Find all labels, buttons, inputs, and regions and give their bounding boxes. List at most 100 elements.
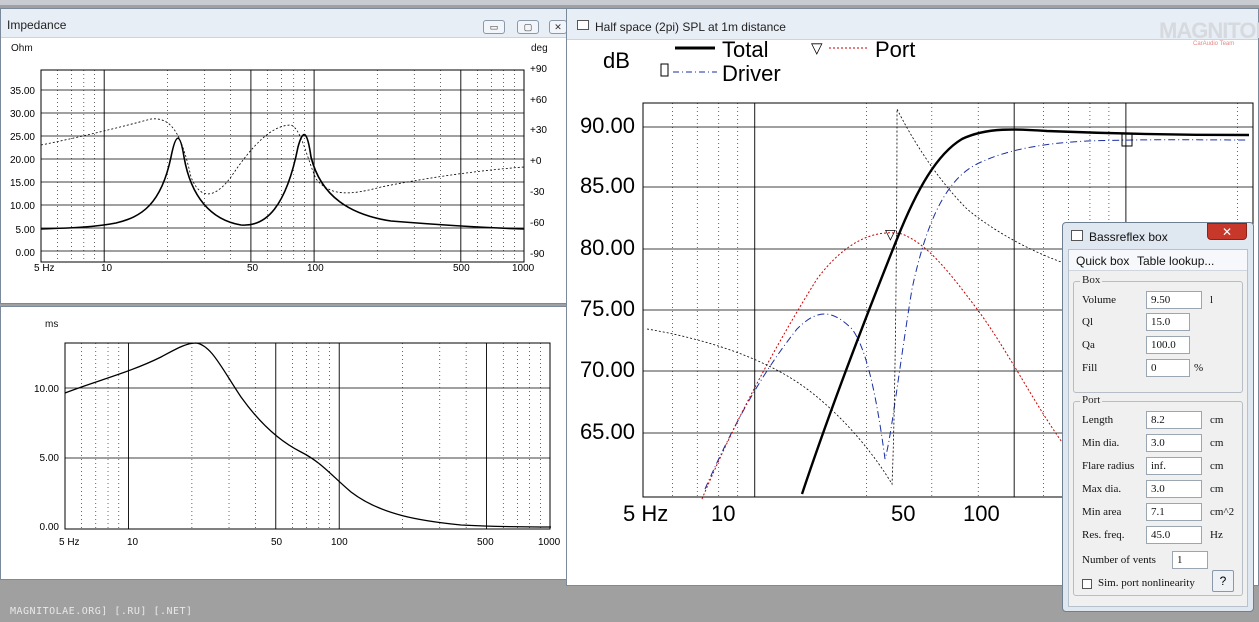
port-group-label: Port	[1080, 394, 1103, 406]
legend-total: Total	[722, 39, 768, 62]
y-tick: 0.00	[16, 248, 36, 259]
fill-input[interactable]: 0	[1146, 359, 1190, 377]
min-area-label: Min area	[1082, 506, 1122, 518]
dialog-icon	[1071, 230, 1083, 241]
legend-port-marker: ▽	[811, 40, 823, 57]
length-label: Length	[1082, 414, 1114, 426]
impedance-phase-curve	[40, 118, 525, 195]
ql-input[interactable]: 15.0	[1146, 313, 1190, 331]
dialog-menu: Quick box Table lookup...	[1069, 250, 1247, 271]
max-dia-unit: cm	[1210, 483, 1224, 495]
watermark-sub: CarAudio Team	[1193, 41, 1235, 47]
vents-input[interactable]: 1	[1172, 551, 1208, 569]
y-tick: 80.00	[580, 235, 635, 260]
y-tick: 10.00	[10, 201, 35, 212]
port-group: Port Length 8.2 cm Min dia. 3.0 cm Flare…	[1073, 394, 1243, 596]
menu-table-lookup[interactable]: Table lookup...	[1137, 254, 1214, 268]
min-area-input[interactable]: 7.1	[1146, 503, 1202, 521]
help-button[interactable]: ?	[1212, 570, 1234, 592]
group-delay-window: ms 10.00 5.00 0.00 5 Hz 10 50 100 500 10…	[0, 306, 568, 580]
ql-label: Ql	[1082, 316, 1093, 328]
y-tick: 90.00	[580, 113, 635, 138]
ms-unit-label: ms	[45, 319, 58, 330]
y-tick: 20.00	[10, 155, 35, 166]
dialog-title: Bassreflex box	[1089, 230, 1168, 244]
y-tick: 65.00	[580, 419, 635, 444]
qa-input[interactable]: 100.0	[1146, 336, 1190, 354]
grid-line	[40, 69, 525, 263]
volume-unit: l	[1210, 294, 1214, 306]
impedance-x-ticks: 5 Hz 10 50 100 500 1000	[34, 263, 535, 274]
x-tick: 1000	[512, 263, 535, 274]
y-tick: 30.00	[10, 109, 35, 120]
phase-tick: +0	[530, 156, 542, 167]
min-dia-label: Min dia.	[1082, 437, 1120, 449]
impedance-title: Impedance	[7, 18, 67, 32]
menu-quick-box[interactable]: Quick box	[1076, 254, 1129, 268]
max-dia-label: Max dia.	[1082, 483, 1122, 495]
y-tick: 15.00	[10, 178, 35, 189]
y-tick: 10.00	[34, 384, 59, 395]
legend-driver: Driver	[722, 61, 781, 86]
fill-unit: %	[1194, 362, 1204, 374]
box-group: Box Volume 9.50 l Ql 15.0 Qa 100.0 Fill …	[1073, 274, 1243, 393]
dialog-body: Quick box Table lookup... Box Volume 9.5…	[1068, 249, 1248, 607]
box-group-label: Box	[1080, 274, 1103, 286]
legend-port: Port	[875, 39, 915, 62]
x-tick: 500	[453, 263, 470, 274]
y-tick: 25.00	[10, 132, 35, 143]
minimize-button[interactable]: ▭	[483, 20, 505, 34]
close-button[interactable]: ✕	[549, 20, 567, 34]
db-unit-label: dB	[603, 48, 630, 73]
flare-radius-input[interactable]: inf.	[1146, 457, 1202, 475]
ohm-unit-label: Ohm	[11, 43, 33, 54]
spl-port-leakage-curve	[646, 108, 1068, 486]
x-tick: 10	[101, 263, 113, 274]
y-tick: 5.00	[40, 453, 60, 464]
res-freq-unit: Hz	[1210, 529, 1223, 541]
y-tick: 35.00	[10, 86, 35, 97]
flare-radius-label: Flare radius	[1082, 460, 1135, 472]
impedance-phase-ticks: +90 +60 +30 +0 -30 -60 -90	[530, 64, 547, 260]
impedance-window: Impedance ▭ ▢ ✕ Ohm deg 35.00 30.00 25.0…	[0, 8, 572, 304]
group-delay-grid	[64, 342, 551, 530]
x-tick: 50	[247, 263, 259, 274]
volume-label: Volume	[1082, 294, 1117, 306]
length-input[interactable]: 8.2	[1146, 411, 1202, 429]
x-tick: 50	[271, 537, 283, 548]
res-freq-input[interactable]: 45.0	[1146, 526, 1202, 544]
impedance-grid	[40, 69, 525, 263]
x-tick: 5 Hz	[623, 501, 668, 526]
phase-tick: -90	[530, 249, 545, 260]
port-marker: ▽	[885, 226, 896, 242]
bassreflex-dialog: Bassreflex box ✕ Quick box Table lookup.…	[1062, 222, 1254, 612]
length-unit: cm	[1210, 414, 1224, 426]
qa-label: Qa	[1082, 339, 1095, 351]
y-tick: 0.00	[40, 522, 60, 533]
deg-unit-label: deg	[531, 43, 548, 54]
min-dia-input[interactable]: 3.0	[1146, 434, 1202, 452]
x-tick: 500	[477, 537, 494, 548]
grid-line	[64, 342, 551, 530]
impedance-titlebar: Impedance ▭ ▢ ✕	[1, 9, 571, 38]
volume-input[interactable]: 9.50	[1146, 291, 1202, 309]
maximize-button[interactable]: ▢	[517, 20, 539, 34]
sim-nonlinearity-checkbox[interactable]	[1082, 579, 1092, 589]
y-tick: 70.00	[580, 357, 635, 382]
max-dia-input[interactable]: 3.0	[1146, 480, 1202, 498]
top-strip	[0, 0, 1259, 5]
x-tick: 5 Hz	[34, 263, 55, 274]
x-tick: 50	[891, 501, 915, 526]
x-tick: 100	[307, 263, 324, 274]
spl-titlebar: Half space (2pi) SPL at 1m distance	[567, 9, 1258, 40]
legend-driver-marker	[660, 63, 669, 77]
y-tick: 85.00	[580, 173, 635, 198]
phase-tick: -30	[530, 187, 545, 198]
min-dia-unit: cm	[1210, 437, 1224, 449]
vents-label: Number of vents	[1082, 554, 1156, 566]
dialog-close-button[interactable]: ✕	[1207, 223, 1247, 240]
y-tick: 5.00	[16, 225, 36, 236]
spl-legend: Total ▽ Port Driver	[660, 39, 915, 86]
spl-title: Half space (2pi) SPL at 1m distance	[595, 20, 786, 34]
x-tick: 10	[127, 537, 139, 548]
